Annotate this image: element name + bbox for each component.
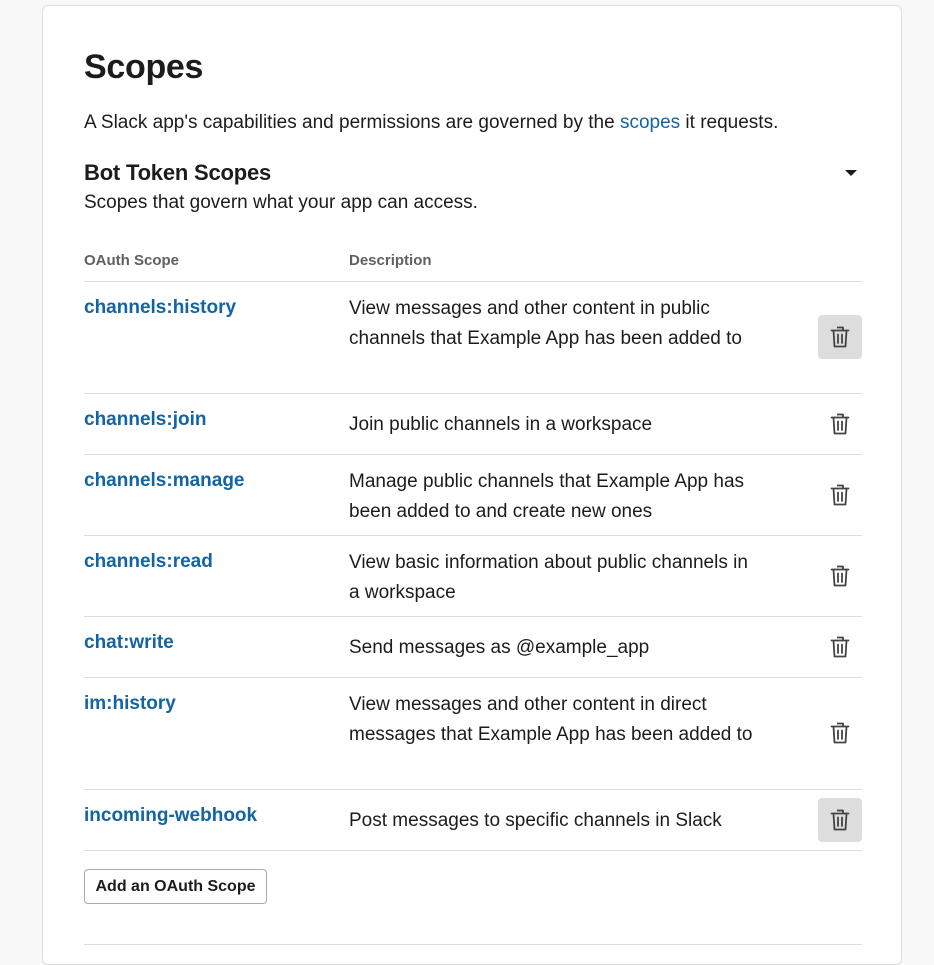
scope-name-link[interactable]: channels:read: [84, 551, 213, 573]
scopes-link[interactable]: scopes: [620, 112, 680, 133]
scope-description: Join public channels in a workspace: [349, 414, 653, 435]
intro-text-after: it requests.: [680, 112, 779, 133]
trash-icon: [830, 484, 850, 506]
add-oauth-scope-button[interactable]: Add an OAuth Scope: [84, 869, 267, 904]
column-header-description: Description: [349, 252, 432, 269]
scope-name-link[interactable]: channels:join: [84, 409, 206, 431]
trash-icon: [830, 565, 850, 587]
scope-name-link[interactable]: incoming-webhook: [84, 805, 257, 827]
trash-icon: [830, 636, 850, 658]
table-row: im:history View messages and other conten…: [84, 678, 862, 790]
table-row: chat:write Send messages as @example_app: [84, 617, 862, 678]
remove-scope-button[interactable]: [818, 554, 862, 598]
remove-scope-button[interactable]: [818, 473, 862, 517]
table-row: channels:history View messages and other …: [84, 282, 862, 394]
caret-down-icon[interactable]: [843, 165, 859, 181]
trash-icon: [830, 413, 850, 435]
remove-scope-button[interactable]: [818, 625, 862, 669]
trash-icon: [830, 722, 850, 744]
section-divider: [84, 944, 862, 945]
table-row: incoming-webhook Post messages to specifi…: [84, 790, 862, 851]
scope-name-link[interactable]: im:history: [84, 693, 176, 715]
column-header-oauth-scope: OAuth Scope: [84, 252, 180, 269]
remove-scope-button[interactable]: [818, 798, 862, 842]
page-title: Scopes: [84, 48, 204, 86]
scopes-intro: A Slack app's capabilities and permissio…: [84, 112, 778, 134]
bot-token-scopes-title: Bot Token Scopes: [84, 160, 272, 185]
scope-description: Send messages as @example_app: [349, 637, 650, 658]
scope-description: View basic information about public chan…: [349, 552, 748, 603]
remove-scope-button[interactable]: [818, 402, 862, 446]
trash-icon: [830, 809, 850, 831]
scope-description: View messages and other content in direc…: [349, 694, 753, 745]
remove-scope-button[interactable]: [818, 711, 862, 755]
table-row: channels:read View basic information abou…: [84, 536, 862, 617]
scope-description: Manage public channels that Example App …: [349, 471, 745, 522]
scope-name-link[interactable]: channels:history: [84, 297, 236, 319]
scope-description: View messages and other content in publi…: [349, 298, 742, 349]
table-row: channels:manage Manage public channels th…: [84, 455, 862, 536]
trash-icon: [830, 326, 850, 348]
scopes-card: Scopes A Slack app's capabilities and pe…: [42, 5, 902, 965]
table-row: channels:join Join public channels in a w…: [84, 394, 862, 455]
intro-text-before: A Slack app's capabilities and permissio…: [84, 112, 620, 133]
remove-scope-button[interactable]: [818, 315, 862, 359]
bot-token-scopes-description: Scopes that govern what your app can acc…: [84, 192, 478, 213]
scope-name-link[interactable]: channels:manage: [84, 470, 245, 492]
scope-description: Post messages to specific channels in Sl…: [349, 810, 722, 831]
scope-name-link[interactable]: chat:write: [84, 632, 174, 654]
